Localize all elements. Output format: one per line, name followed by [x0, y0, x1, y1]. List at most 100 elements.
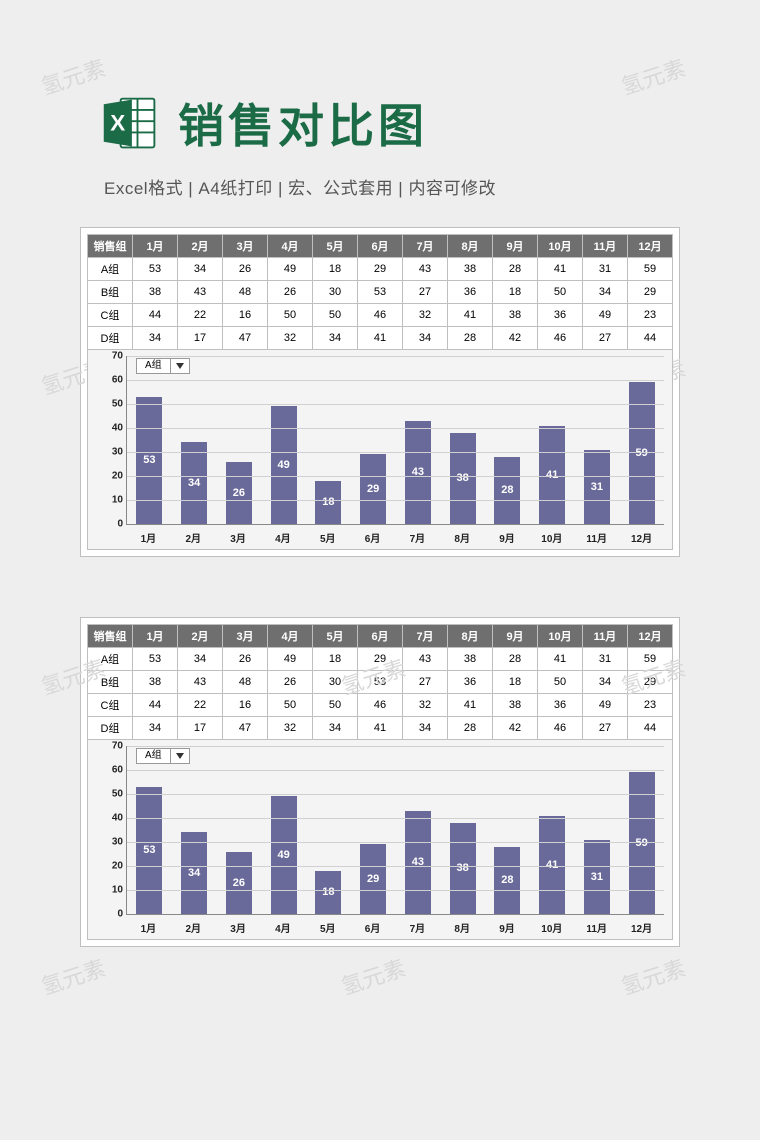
chart-bar-label: 18 — [322, 496, 334, 508]
table-corner: 销售组 — [88, 625, 133, 648]
chart-bar-label: 31 — [591, 481, 603, 493]
chart-bar-label: 26 — [233, 877, 245, 889]
table-cell: 48 — [223, 671, 268, 694]
data-table: 销售组1月2月3月4月5月6月7月8月9月10月11月12月 A组5334264… — [87, 234, 673, 350]
table-cell: 30 — [313, 281, 358, 304]
table-cell: 49 — [583, 304, 628, 327]
table-row: C组442216505046324138364923 — [88, 694, 673, 717]
chart-bar-label: 31 — [591, 871, 603, 883]
chart-y-tick: 50 — [97, 399, 123, 410]
chart-x-tick: 6月 — [360, 530, 386, 545]
watermark: 氢元素 — [617, 951, 690, 1002]
chart-x-axis: 1月2月3月4月5月6月7月8月9月10月11月12月 — [126, 530, 664, 545]
table-col-header: 8月 — [448, 625, 493, 648]
chart-x-tick: 1月 — [135, 920, 161, 935]
chart-y-tick: 0 — [97, 909, 123, 920]
table-col-header: 7月 — [403, 625, 448, 648]
table-cell: 34 — [133, 327, 178, 350]
table-cell: 32 — [268, 717, 313, 740]
chart-gridline — [127, 452, 664, 453]
chart-gridline — [127, 842, 664, 843]
table-cell: 46 — [358, 694, 403, 717]
chart-y-tick: 70 — [97, 741, 123, 752]
table-cell: 18 — [493, 281, 538, 304]
table-cell: 42 — [493, 327, 538, 350]
bar-chart: A组 533426491829433828413159 010203040506… — [87, 740, 673, 940]
table-cell: 46 — [358, 304, 403, 327]
chart-bar-label: 41 — [546, 469, 558, 481]
chart-x-tick: 7月 — [404, 530, 430, 545]
chart-bar: 38 — [450, 823, 476, 914]
chart-bar: 41 — [539, 816, 565, 914]
table-row-label: A组 — [88, 648, 133, 671]
chart-y-tick: 20 — [97, 471, 123, 482]
chart-y-tick: 50 — [97, 789, 123, 800]
table-cell: 27 — [403, 671, 448, 694]
table-cell: 38 — [493, 694, 538, 717]
table-cell: 27 — [583, 717, 628, 740]
chart-gridline — [127, 866, 664, 867]
table-cell: 18 — [493, 671, 538, 694]
table-cell: 36 — [538, 694, 583, 717]
table-cell: 44 — [628, 717, 673, 740]
table-cell: 23 — [628, 694, 673, 717]
chart-gridline — [127, 380, 664, 381]
table-col-header: 10月 — [538, 625, 583, 648]
page-title: 销售对比图 — [178, 90, 428, 156]
table-col-header: 7月 — [403, 235, 448, 258]
table-cell: 41 — [538, 258, 583, 281]
chart-bar-label: 34 — [188, 867, 200, 879]
chart-bar-label: 26 — [233, 487, 245, 499]
table-cell: 32 — [403, 694, 448, 717]
chart-bar-label: 41 — [546, 859, 558, 871]
chart-bar-label: 49 — [278, 849, 290, 861]
chart-bar-label: 28 — [501, 484, 513, 496]
watermark: 氢元素 — [37, 951, 110, 1002]
table-col-header: 1月 — [133, 625, 178, 648]
chart-y-tick: 30 — [97, 837, 123, 848]
table-header-row: 销售组1月2月3月4月5月6月7月8月9月10月11月12月 — [88, 235, 673, 258]
chart-y-tick: 70 — [97, 351, 123, 362]
svg-text:X: X — [110, 111, 125, 136]
table-cell: 41 — [538, 648, 583, 671]
table-cell: 27 — [403, 281, 448, 304]
table-cell: 28 — [448, 717, 493, 740]
table-cell: 43 — [178, 281, 223, 304]
table-cell: 28 — [493, 648, 538, 671]
chart-x-tick: 9月 — [494, 920, 520, 935]
table-cell: 34 — [313, 717, 358, 740]
chart-bar: 31 — [584, 450, 610, 524]
table-cell: 53 — [133, 648, 178, 671]
table-row: B组384348263053273618503429 — [88, 281, 673, 304]
table-cell: 50 — [268, 304, 313, 327]
table-cell: 44 — [133, 304, 178, 327]
watermark: 氢元素 — [337, 951, 410, 1002]
chart-x-tick: 10月 — [539, 920, 565, 935]
chart-bar-label: 29 — [367, 873, 379, 885]
table-cell: 49 — [268, 648, 313, 671]
table-cell: 17 — [178, 717, 223, 740]
chart-x-tick: 12月 — [629, 920, 655, 935]
chart-x-tick: 4月 — [270, 920, 296, 935]
chart-x-tick: 12月 — [629, 530, 655, 545]
chart-x-tick: 4月 — [270, 530, 296, 545]
chart-bar-label: 34 — [188, 477, 200, 489]
chart-gridline — [127, 890, 664, 891]
table-col-header: 5月 — [313, 235, 358, 258]
table-cell: 16 — [223, 694, 268, 717]
table-cell: 34 — [403, 327, 448, 350]
table-cell: 32 — [268, 327, 313, 350]
table-col-header: 10月 — [538, 235, 583, 258]
table-cell: 27 — [583, 327, 628, 350]
chart-x-tick: 3月 — [225, 530, 251, 545]
chart-x-axis: 1月2月3月4月5月6月7月8月9月10月11月12月 — [126, 920, 664, 935]
table-col-header: 3月 — [223, 625, 268, 648]
table-cell: 29 — [358, 648, 403, 671]
chart-x-tick: 1月 — [135, 530, 161, 545]
chart-y-tick: 20 — [97, 861, 123, 872]
chart-bar-label: 38 — [457, 472, 469, 484]
table-cell: 36 — [448, 281, 493, 304]
page-header: X 销售对比图 — [0, 0, 760, 156]
table-cell: 43 — [403, 648, 448, 671]
chart-bar: 31 — [584, 840, 610, 914]
